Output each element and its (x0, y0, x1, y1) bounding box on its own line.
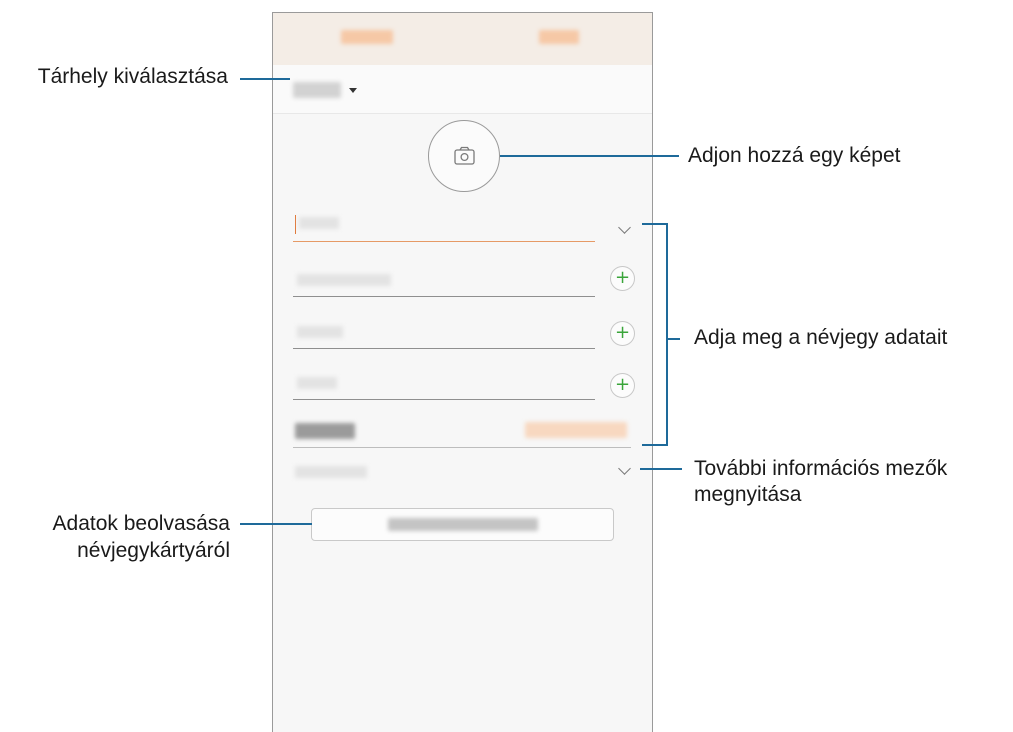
callout-add-picture: Adjon hozzá egy képet (688, 144, 901, 167)
phone-field[interactable] (293, 268, 595, 298)
storage-location-label (293, 82, 341, 98)
callout-line-scan (240, 523, 312, 525)
email-field[interactable] (293, 320, 595, 350)
text-cursor (295, 215, 296, 234)
callout-line-details (666, 338, 680, 340)
callout-scan-line2: névjegykártyáról (77, 539, 230, 562)
plus-icon: + (614, 322, 631, 343)
callout-storage: Tárhely kiválasztása (37, 65, 228, 88)
top-app-bar (273, 13, 652, 65)
callout-bracket-top (642, 223, 668, 225)
callout-more-fields-line1: További információs mezők (694, 457, 948, 480)
name-field[interactable] (293, 211, 595, 243)
email-field-underline (293, 348, 595, 349)
callout-line-storage (240, 78, 290, 80)
save-button[interactable] (539, 30, 579, 44)
callout-scan-line1: Adatok beolvasása (52, 512, 230, 535)
phone-screen: + + + (272, 12, 653, 732)
caret-down-icon (349, 88, 357, 93)
ringtone-value[interactable] (525, 422, 627, 438)
phone-placeholder (297, 274, 391, 286)
add-group-button[interactable]: + (610, 373, 635, 398)
view-more-label (295, 466, 367, 478)
storage-location-selector[interactable] (273, 65, 652, 114)
view-more-row[interactable] (293, 461, 631, 485)
ringtone-underline (293, 447, 631, 448)
name-field-underline (293, 241, 595, 242)
add-email-button[interactable]: + (610, 321, 635, 346)
name-placeholder (299, 217, 339, 229)
callout-bracket-bottom (642, 444, 668, 446)
camera-icon (454, 146, 475, 165)
callout-line-picture (500, 155, 679, 157)
callout-bracket-side (666, 223, 668, 446)
plus-icon: + (614, 374, 631, 395)
callout-line-more (640, 468, 682, 470)
callout-enter-details: Adja meg a névjegy adatait (694, 326, 948, 349)
email-placeholder (297, 326, 343, 338)
scan-business-card-button[interactable] (311, 508, 614, 541)
callout-more-fields-line2: megnyitása (694, 483, 802, 506)
cancel-button[interactable] (341, 30, 393, 44)
group-field-underline (293, 399, 595, 400)
ringtone-row[interactable] (293, 417, 631, 449)
add-phone-button[interactable]: + (610, 266, 635, 291)
chevron-down-icon[interactable] (618, 221, 631, 234)
scan-button-label (388, 518, 538, 531)
phone-field-underline (293, 296, 595, 297)
ringtone-label (295, 423, 355, 439)
group-field[interactable] (293, 371, 595, 401)
add-picture-button[interactable] (428, 120, 500, 192)
plus-icon: + (614, 267, 631, 288)
group-placeholder (297, 377, 337, 389)
